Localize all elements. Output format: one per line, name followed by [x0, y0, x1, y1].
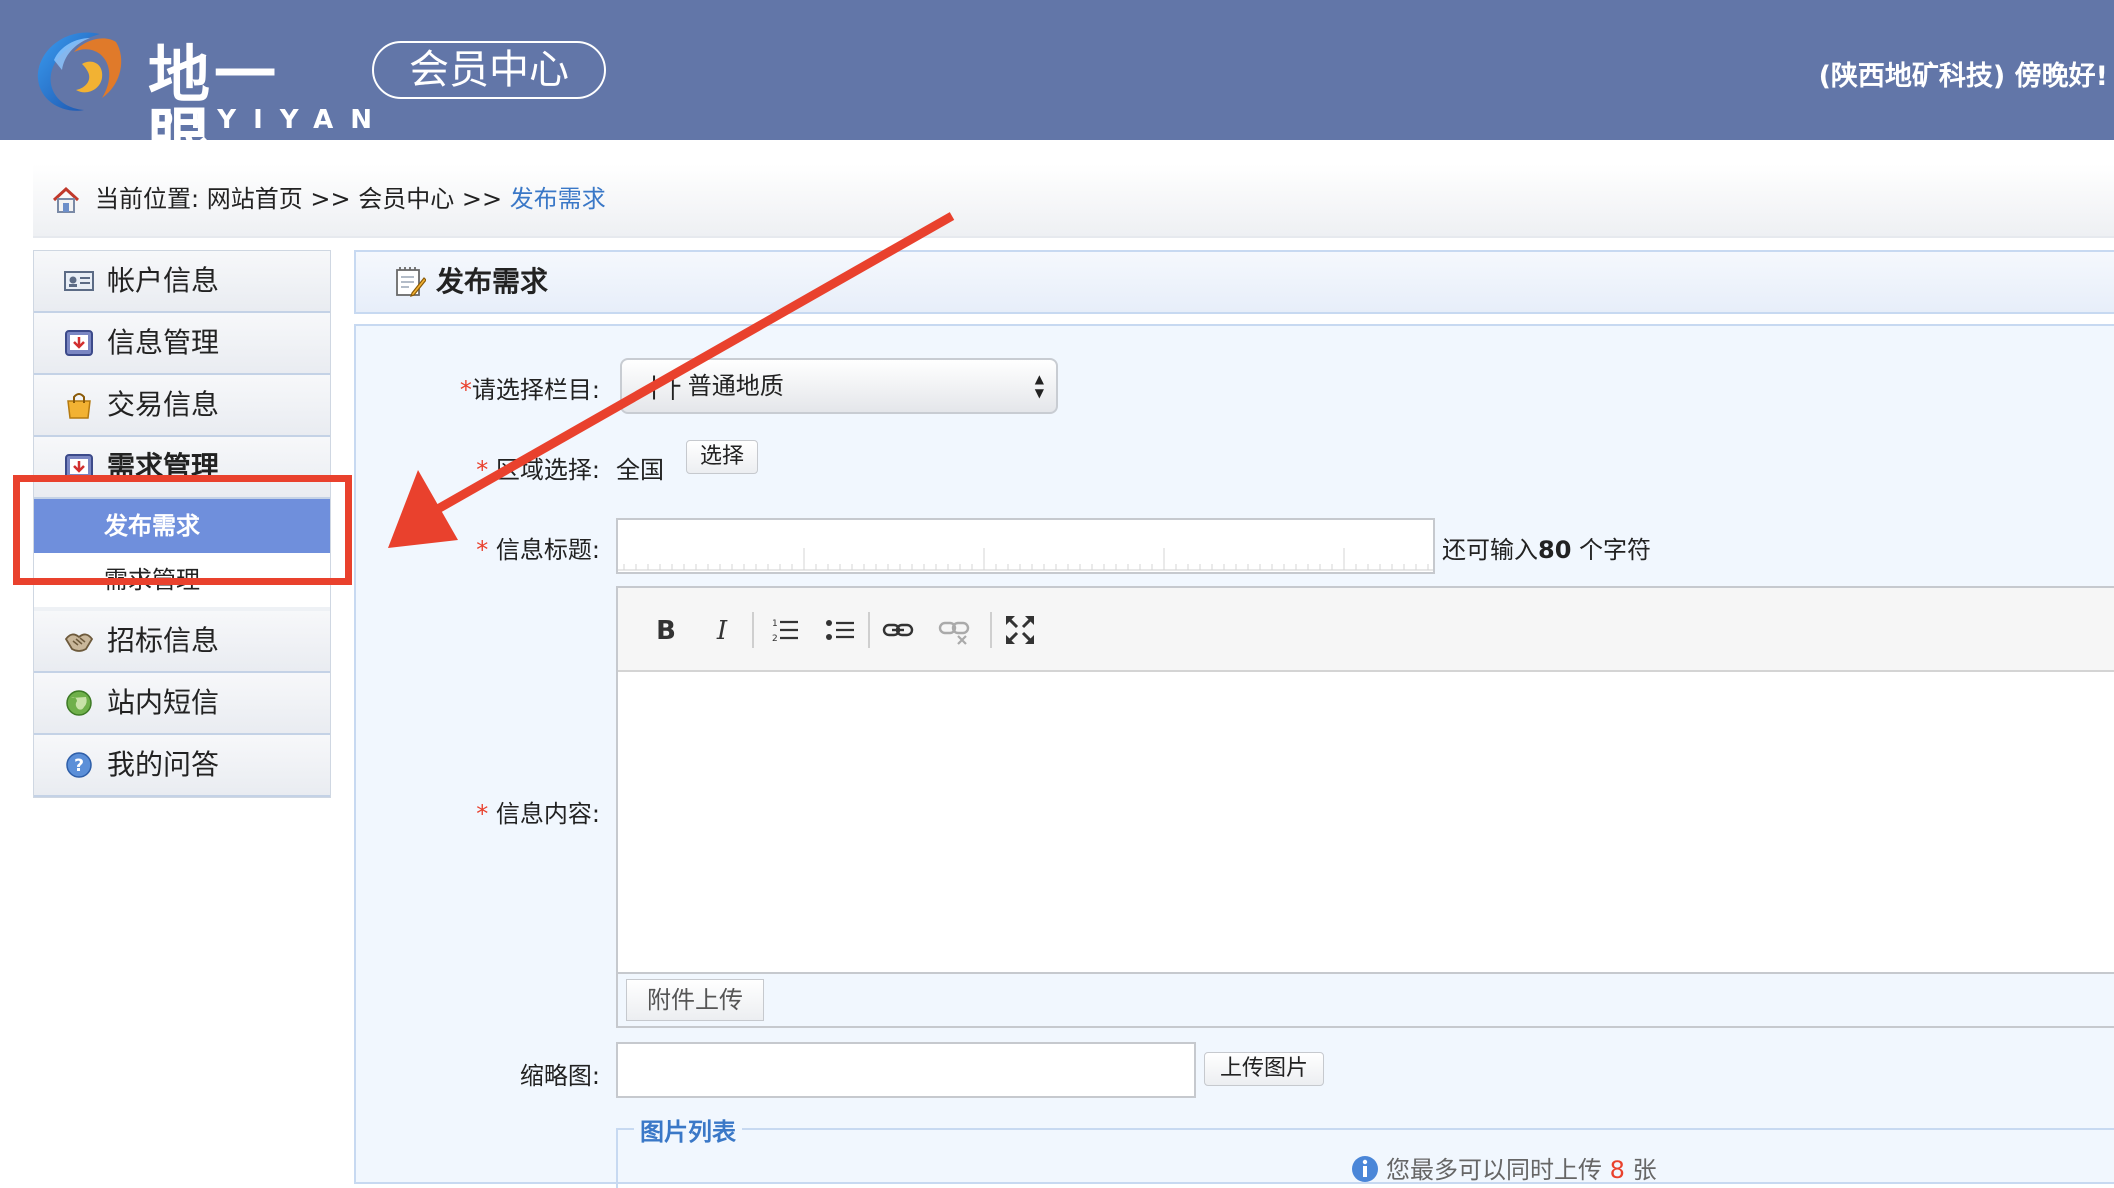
- envelope-icon: [65, 330, 93, 356]
- breadcrumb-separator: >>: [461, 185, 503, 213]
- svg-text:I: I: [716, 616, 728, 646]
- home-icon: [52, 186, 80, 213]
- sidebar-item-account[interactable]: 帐户信息: [34, 251, 330, 313]
- sidebar-item-label: 我的问答: [107, 748, 220, 781]
- sidebar-item-label: 站内短信: [107, 686, 220, 719]
- handshake-icon: [64, 633, 94, 652]
- sidebar-item-label: 交易信息: [107, 388, 220, 421]
- sidebar-item-demand-management[interactable]: 需求管理: [34, 437, 330, 499]
- upload-limit-count: 8: [1609, 1156, 1625, 1184]
- bold-icon[interactable]: B: [648, 612, 684, 648]
- sidebar-item-site-messages[interactable]: 站内短信: [34, 673, 330, 735]
- notepad-edit-icon: [396, 267, 426, 297]
- id-card-icon: [64, 271, 94, 291]
- italic-icon[interactable]: I: [704, 612, 740, 648]
- svg-text:?: ?: [74, 756, 84, 776]
- site-header: 地一眼 DIYIYAN 会员中心 (陕西地矿科技) 傍晚好!: [0, 0, 2114, 168]
- upload-limit-tip: 您最多可以同时上传 8 张: [1350, 1150, 1657, 1185]
- attach-upload-button[interactable]: 附件上传: [626, 979, 764, 1021]
- sidebar-subitem-label: 需求管理: [104, 566, 200, 594]
- breadcrumb-separator: >>: [310, 185, 351, 213]
- title-label: * 信息标题:: [476, 536, 600, 564]
- unlink-icon[interactable]: [936, 612, 972, 648]
- sidebar-item-info-management[interactable]: 信息管理: [34, 313, 330, 375]
- sidebar-subitem-demand-management[interactable]: 需求管理: [34, 553, 330, 607]
- upload-image-button[interactable]: 上传图片: [1204, 1052, 1324, 1086]
- sidebar: 帐户信息 信息管理 交易信息 需求管理 发布需求 需求管理 招标信息 站内短信 …: [33, 250, 331, 798]
- ruler-guide: [618, 548, 1433, 571]
- sidebar-item-bidding-info[interactable]: 招标信息: [34, 611, 330, 673]
- category-label: *请选择栏目:: [459, 376, 600, 404]
- sidebar-subitem-label: 发布需求: [104, 512, 200, 540]
- svg-text:1: 1: [772, 619, 778, 629]
- char-remaining-count: 80: [1538, 536, 1572, 564]
- info-icon: [1352, 1156, 1378, 1182]
- site-logo[interactable]: 地一眼 DIYIYAN: [30, 24, 372, 168]
- help-icon: ?: [66, 752, 92, 778]
- member-center-badge[interactable]: 会员中心: [372, 41, 606, 99]
- breadcrumb-prefix: 当前位置:: [95, 185, 200, 213]
- region-label: * 区域选择:: [476, 456, 600, 484]
- sidebar-item-trade-info[interactable]: 交易信息: [34, 375, 330, 437]
- sidebar-subitem-publish-demand[interactable]: 发布需求: [34, 499, 330, 553]
- shopping-bag-icon: [67, 393, 91, 419]
- image-list-legend: 图片列表: [634, 1112, 742, 1147]
- svg-text:B: B: [656, 616, 676, 646]
- sidebar-item-label: 需求管理: [107, 450, 220, 483]
- logo-subtext: DIYIYAN: [152, 105, 389, 135]
- breadcrumb: 当前位置: 网站首页 >> 会员中心 >> 发布需求: [33, 164, 2114, 238]
- sidebar-item-my-qa[interactable]: ? 我的问答: [34, 735, 330, 797]
- category-select[interactable]: | ├ 普通地质 ▲ ▼: [620, 358, 1058, 414]
- editor-footer: 附件上传: [618, 972, 2114, 1026]
- category-select-value: | ├ 普通地质: [650, 372, 784, 400]
- panel-title: 发布需求: [436, 265, 549, 298]
- sidebar-item-label: 招标信息: [107, 624, 220, 657]
- svg-text:2: 2: [772, 634, 778, 644]
- globe-icon: [66, 690, 92, 716]
- content-label: * 信息内容:: [476, 800, 600, 828]
- envelope-icon: [65, 454, 93, 480]
- title-input[interactable]: [616, 518, 1435, 574]
- rich-text-editor[interactable]: B I 1 2 附件上传: [616, 586, 2114, 1028]
- user-greeting: (陕西地矿科技) 傍晚好!: [1818, 61, 2108, 92]
- region-select-button[interactable]: 选择: [686, 440, 758, 474]
- sidebar-item-label: 信息管理: [107, 326, 220, 359]
- logo-swirl-icon: [37, 32, 122, 111]
- editor-toolbar: B I 1 2: [618, 588, 2114, 672]
- thumbnail-label: 缩略图:: [519, 1062, 600, 1090]
- breadcrumb-current-link[interactable]: 发布需求: [510, 185, 606, 213]
- breadcrumb-member-link[interactable]: 会员中心: [358, 185, 454, 213]
- ordered-list-icon[interactable]: 1 2: [766, 612, 802, 648]
- unordered-list-icon[interactable]: [822, 612, 858, 648]
- select-arrows-icon: ▲ ▼: [1034, 372, 1044, 400]
- region-value: 全国: [616, 456, 664, 484]
- thumbnail-input[interactable]: [616, 1042, 1196, 1098]
- breadcrumb-home-link[interactable]: 网站首页: [207, 185, 303, 213]
- char-count-hint: 还可输入80 个字符: [1442, 536, 1652, 564]
- fullscreen-icon[interactable]: [1002, 612, 1038, 648]
- panel-header: 发布需求: [354, 250, 2114, 314]
- link-icon[interactable]: [880, 612, 916, 648]
- sidebar-item-label: 帐户信息: [107, 264, 220, 297]
